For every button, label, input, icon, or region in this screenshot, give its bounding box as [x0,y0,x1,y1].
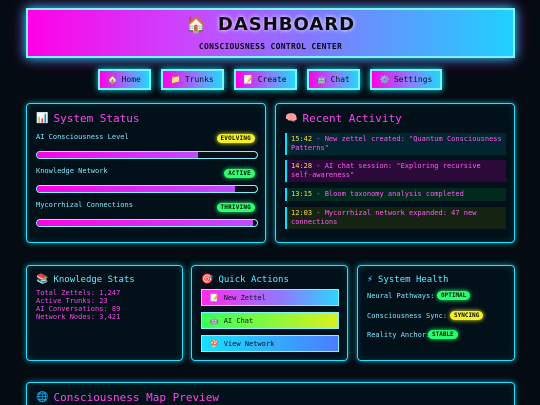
activity-text: - Bloom taxonomy analysis completed [312,190,464,198]
status-badge: STABLE [428,330,458,339]
new-zettel-label: New Zettel [223,293,266,302]
activity-item: 13:15 - Bloom taxonomy analysis complete… [285,188,506,201]
ai-consciousness-label: AI Consciousness Level [36,133,129,141]
progress-fill [37,220,253,226]
status-badge: SYNCING [450,311,484,320]
nav-home-button[interactable]: 🏠 Home [97,69,151,90]
status-badge: THRIVING [216,203,255,212]
status-badge: EVOLVING [216,134,255,143]
recent-activity-title-text: Recent Activity [302,112,402,125]
activity-time: 13:15 [291,190,313,198]
knowledge-stats-panel: 📚 Knowledge Stats Total Zettels: 1,247 A… [26,265,183,361]
nav-create-label: Create [257,75,287,84]
nav-home-label: Home [121,75,141,84]
activity-item: 12:03 - Mycorrhizal network expanded: 47… [285,207,506,229]
consciousness-sync-label: Consciousness Sync: [367,312,448,320]
progress-fill [37,152,198,158]
status-badge: ACTIVE [224,169,255,178]
ai-chat-label: AI Chat [223,316,254,325]
activity-time: 15:42 [291,135,313,143]
activity-text: - Mycorrhizal network expanded: 47 new c… [291,209,477,226]
knowledge-stats-title-text: Knowledge Stats [53,274,135,285]
mycorrhizal-label: Mycorrhizal Connections [36,201,133,209]
activity-time: 12:03 [291,209,313,217]
gear-icon: ⚙️ [379,75,390,84]
quick-actions-title-text: Quick Actions [218,274,289,285]
robot-icon: 🤖 [316,75,327,84]
system-status-title: 📊 System Status [36,112,140,125]
folder-icon: 📁 [170,75,181,84]
map-preview-title-text: Consciousness Map Preview [53,391,220,404]
stat-network-nodes: Network Nodes: 3,421 [36,313,121,321]
nav-trunks-button[interactable]: 📁 Trunks [160,69,224,90]
quick-actions-title: 🎯 Quick Actions [201,274,289,285]
view-network-button[interactable]: 🍄 View Network [201,335,339,352]
system-health-title-text: System Health [378,274,449,285]
robot-icon: 🤖 [210,316,219,325]
nav-chat-label: Chat [330,75,350,84]
map-preview-panel: 🌐 Consciousness Map Preview [26,382,515,405]
activity-item: 14:28 - AI chat session: "Exploring recu… [285,160,506,182]
reality-anchor-label: Reality Anchor: [367,331,431,339]
memo-icon: 📝 [210,293,219,302]
system-status-panel: 📊 System Status AI Consciousness Level E… [26,103,266,243]
brain-icon: 🧠 [285,113,298,124]
ai-consciousness-progress [36,151,258,159]
activity-text: - AI chat session: "Exploring recursive … [291,162,481,179]
system-status-title-text: System Status [53,112,140,125]
header-title-row: 🏠 DASHBOARD [28,14,513,35]
page-title: DASHBOARD [217,14,356,35]
globe-icon: 🌐 [36,392,49,403]
activity-text: - New zettel created: "Quantum Conscious… [291,135,502,152]
house-icon: 🏠 [107,75,118,84]
neural-pathways-label: Neural Pathways: [367,292,435,300]
quick-actions-panel: 🎯 Quick Actions 📝 New Zettel 🤖 AI Chat 🍄… [191,265,348,361]
ai-chat-button[interactable]: 🤖 AI Chat [201,312,339,329]
chart-icon: 📊 [36,113,49,124]
recent-activity-title: 🧠 Recent Activity [285,112,402,125]
memo-icon: 📝 [243,75,254,84]
stat-active-trunks: Active Trunks: 23 [36,297,108,305]
stat-total-zettels: Total Zettels: 1,247 [36,289,121,297]
new-zettel-button[interactable]: 📝 New Zettel [201,289,339,306]
nav-settings-button[interactable]: ⚙️ Settings [369,69,443,90]
mushroom-icon: 🍄 [210,339,219,348]
books-icon: 📚 [36,274,49,285]
knowledge-stats-title: 📚 Knowledge Stats [36,274,135,285]
status-badge: OPTIMAL [437,291,471,300]
main-nav: 🏠 Home 📁 Trunks 📝 Create 🤖 Chat ⚙️ Setti… [0,69,540,90]
nav-trunks-label: Trunks [184,75,214,84]
nav-create-button[interactable]: 📝 Create [233,69,297,90]
activity-time: 14:28 [291,162,313,170]
dashboard-header: 🏠 DASHBOARD CONSCIOUSNESS CONTROL CENTER [26,8,515,58]
view-network-label: View Network [223,339,275,348]
page-subtitle: CONSCIOUSNESS CONTROL CENTER [198,42,343,51]
recent-activity-panel: 🧠 Recent Activity 15:42 - New zettel cre… [275,103,515,243]
map-preview-title: 🌐 Consciousness Map Preview [36,391,219,404]
lightning-icon: ⚡ [367,274,374,285]
system-health-title: ⚡ System Health [367,274,448,285]
nav-settings-label: Settings [393,75,433,84]
mycorrhizal-progress [36,219,258,227]
stat-ai-conversations: AI Conversations: 89 [36,305,121,313]
knowledge-network-label: Knowledge Network [36,167,108,175]
activity-item: 15:42 - New zettel created: "Quantum Con… [285,133,506,155]
knowledge-network-progress [36,185,258,193]
system-health-panel: ⚡ System Health Neural Pathways: OPTIMAL… [357,265,515,361]
nav-chat-button[interactable]: 🤖 Chat [306,69,360,90]
progress-fill [37,186,235,192]
house-icon: 🏠 [185,14,206,34]
target-icon: 🎯 [201,274,214,285]
